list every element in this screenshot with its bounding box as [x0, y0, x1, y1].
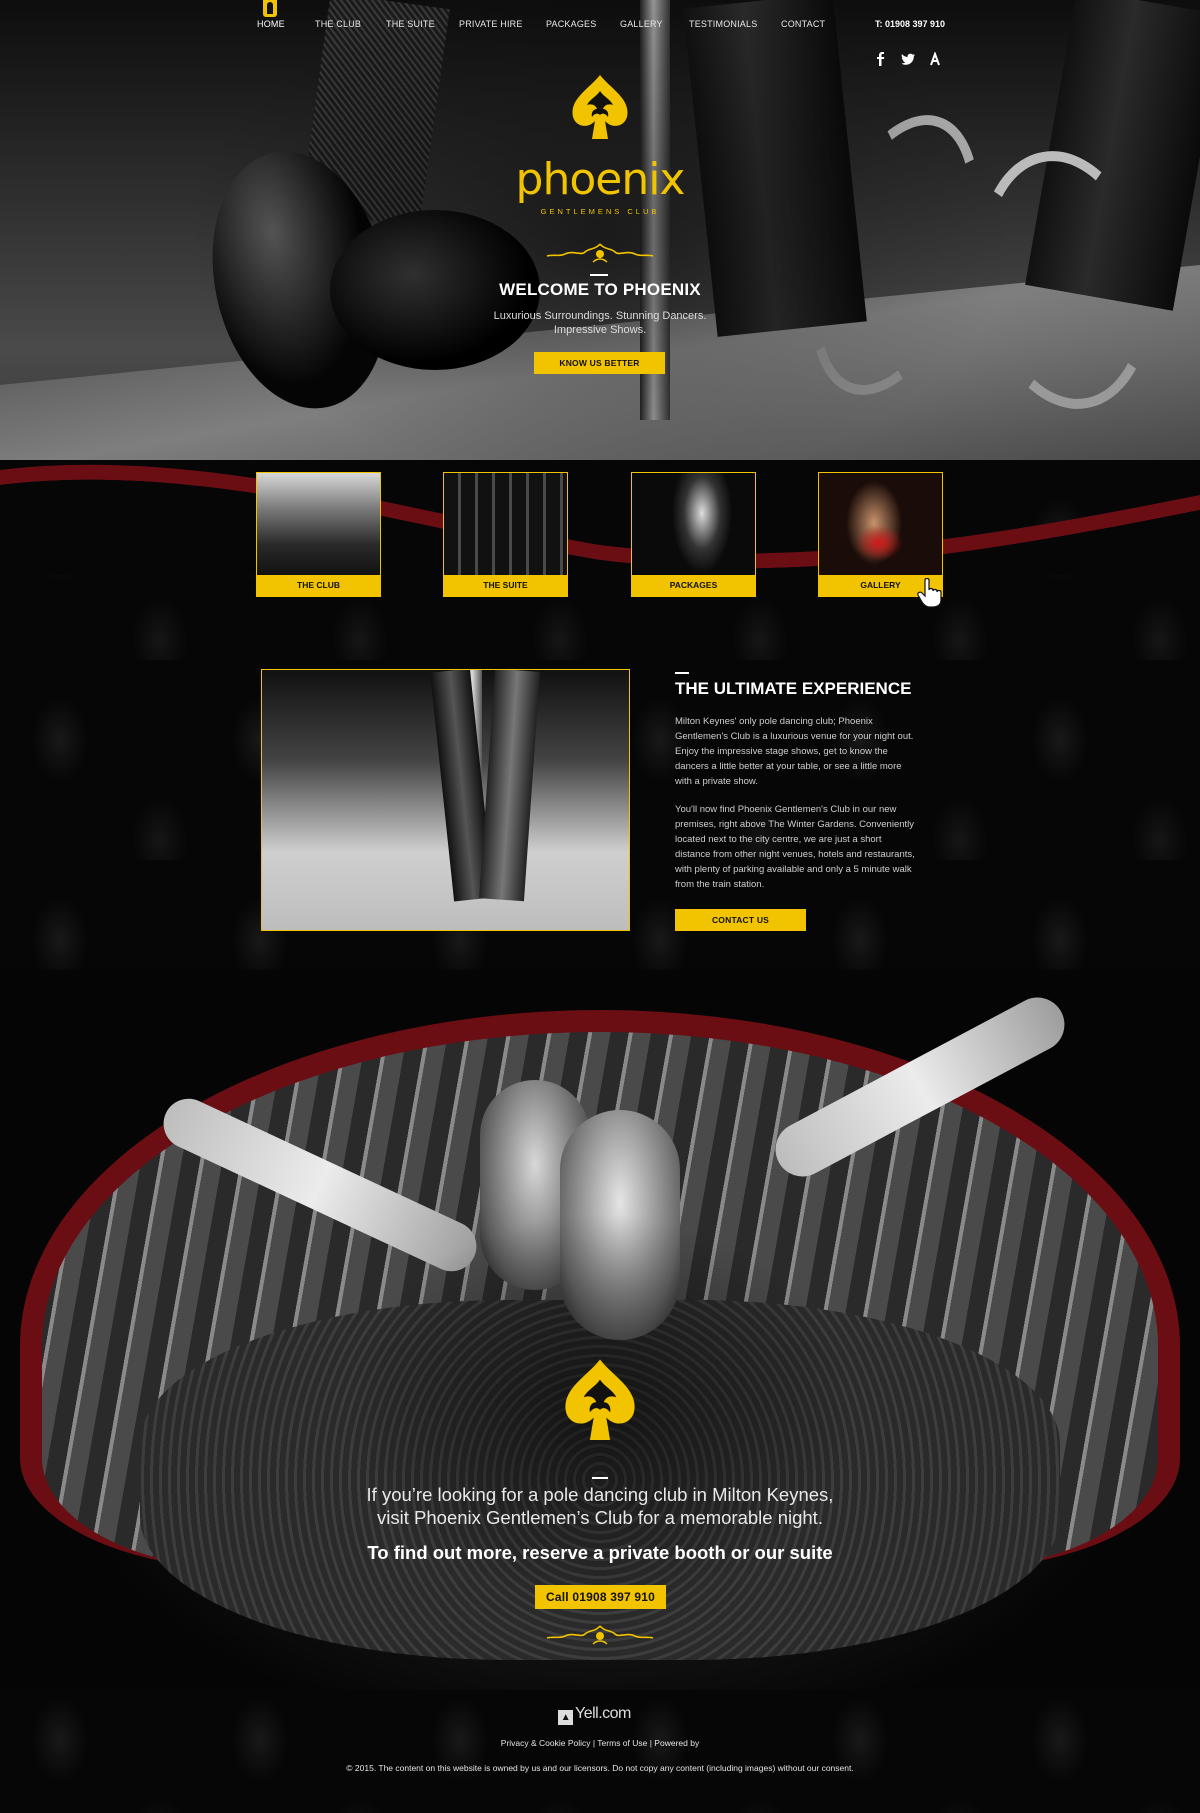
card-the-club[interactable]: THE CLUB — [256, 472, 381, 597]
ultimate-paragraph-2: You'll now find Phoenix Gentlemen's Club… — [675, 804, 915, 890]
nav-item-contact[interactable]: CONTACT — [781, 19, 825, 29]
yell-icon[interactable] — [928, 51, 942, 66]
logo-subtitle: GENTLEMENS CLUB — [540, 207, 660, 216]
card-photo — [257, 473, 380, 575]
lounge-photo-section — [0, 970, 1200, 1690]
phoenix-spade-logo-icon[interactable] — [565, 73, 635, 143]
gold-flourish-icon — [546, 243, 654, 263]
contact-us-button[interactable]: CONTACT US — [675, 909, 806, 931]
nav-item-the-club[interactable]: THE CLUB — [315, 19, 361, 29]
gold-flourish-icon — [546, 1625, 654, 1645]
ultimate-experience-title: THE ULTIMATE EXPERIENCE — [675, 679, 912, 698]
yell-logo[interactable]: ▲ Yell.com — [558, 1705, 642, 1725]
nav-item-private-hire[interactable]: PRIVATE HIRE — [459, 19, 523, 29]
card-packages[interactable]: PACKAGES — [631, 472, 756, 597]
nav-item-testimonials[interactable]: TESTIMONIALS — [689, 19, 757, 29]
title-divider — [675, 672, 689, 674]
header-phone[interactable]: T: 01908 397 910 — [875, 19, 945, 29]
nav-item-gallery[interactable]: GALLERY — [620, 19, 663, 29]
know-us-better-button[interactable]: KNOW US BETTER — [534, 352, 665, 374]
card-photo — [819, 473, 942, 575]
cta-heading: To find out more, reserve a private boot… — [367, 1542, 833, 1563]
card-label: PACKAGES — [632, 575, 755, 596]
cta-line-1: If you’re looking for a pole dancing clu… — [366, 1484, 834, 1505]
ultimate-experience-photo — [261, 669, 630, 931]
title-divider — [590, 274, 608, 276]
main-nav: HOME THE CLUB THE SUITE PRIVATE HIRE PAC… — [0, 0, 1200, 66]
card-label: THE SUITE — [444, 575, 567, 596]
nav-item-the-suite[interactable]: THE SUITE — [386, 19, 435, 29]
hero-wave-divider — [0, 455, 1200, 575]
nav-active-marker — [263, 0, 277, 17]
logo-wordmark[interactable]: phoenix — [505, 158, 695, 202]
hand-cursor-icon — [917, 578, 942, 608]
twitter-icon[interactable] — [901, 52, 916, 66]
lounge-shade — [0, 970, 1200, 1690]
card-the-suite[interactable]: THE SUITE — [443, 472, 568, 597]
copyright-text: © 2015. The content on this website is o… — [346, 1763, 854, 1773]
card-photo — [444, 473, 567, 575]
card-label: THE CLUB — [257, 575, 380, 596]
footer-links[interactable]: Privacy & Cookie Policy | Terms of Use |… — [300, 1738, 900, 1748]
nav-item-home[interactable]: HOME — [257, 19, 285, 29]
facebook-icon[interactable] — [874, 52, 888, 66]
hero-tagline-line-2: Impressive Shows. — [553, 324, 647, 336]
hero-tagline: Luxurious Surroundings. Stunning Dancers… — [450, 309, 750, 337]
cta-line-2: visit Phoenix Gentlemen’s Club for a mem… — [377, 1507, 823, 1528]
hero-tagline-line-1: Luxurious Surroundings. Stunning Dancers… — [493, 310, 707, 322]
card-photo — [632, 473, 755, 575]
yell-logo-icon: ▲ — [558, 1710, 573, 1725]
title-divider — [592, 1477, 608, 1479]
call-button[interactable]: Call 01908 397 910 — [535, 1585, 666, 1609]
ultimate-paragraph-1: Milton Keynes' only pole dancing club; P… — [675, 716, 914, 787]
hero-title: WELCOME TO PHOENIX — [499, 280, 701, 299]
phoenix-spade-icon — [565, 1359, 635, 1440]
yell-logo-text: Yell.com — [575, 1705, 631, 1722]
nav-item-packages[interactable]: PACKAGES — [546, 19, 596, 29]
photo-leg — [479, 670, 540, 902]
